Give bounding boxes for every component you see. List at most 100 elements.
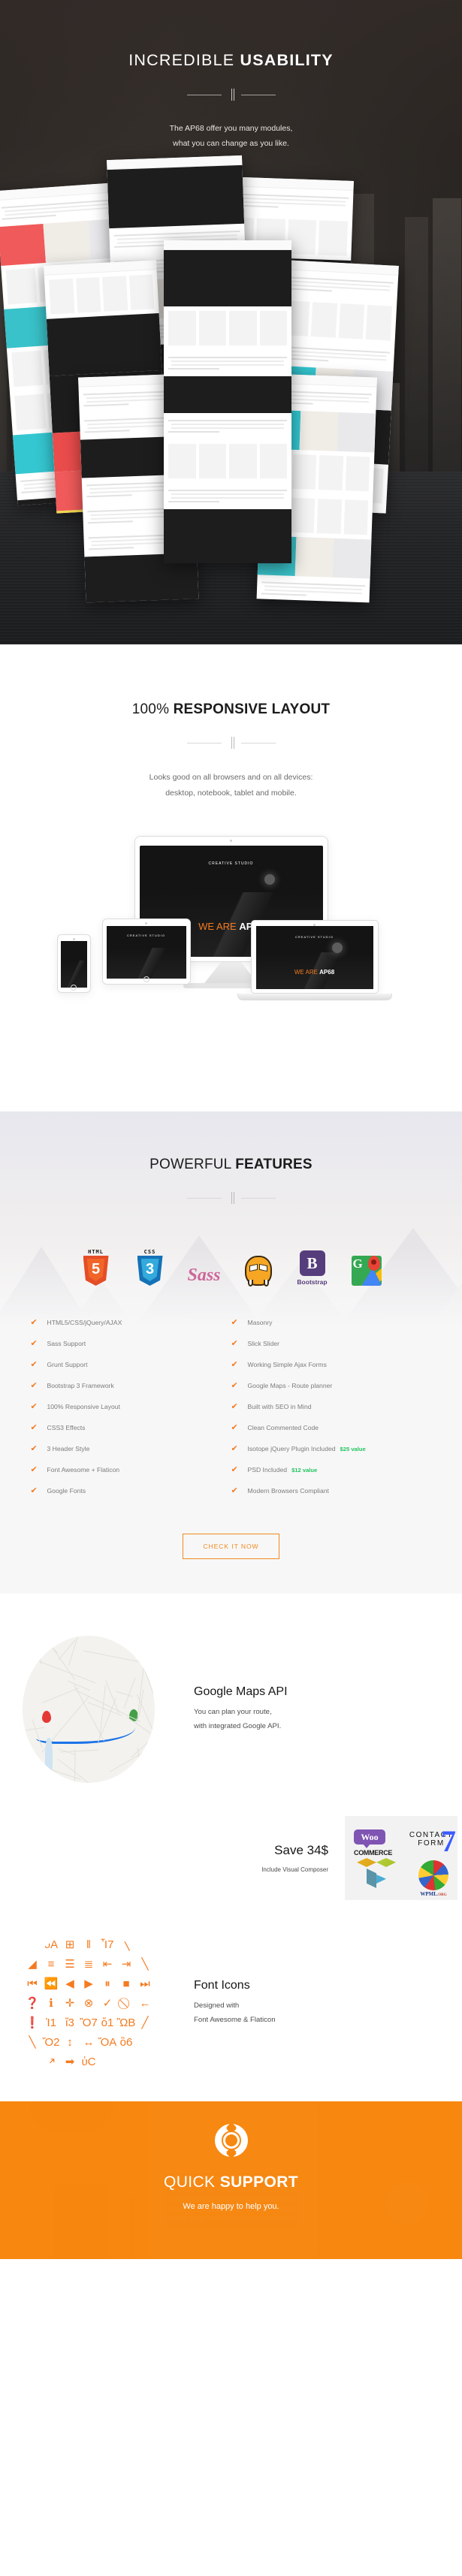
save-promo: Save 34$ Include Visual Composer Woo COM… (0, 1790, 462, 1911)
check-icon: ✔ (231, 1340, 248, 1348)
home-button-icon (71, 985, 77, 991)
hero-section: INCREDIBLE USABILITY The AP68 offer you … (0, 0, 462, 644)
check-icon: ✔ (231, 1361, 248, 1369)
visual-composer-logo (357, 1858, 397, 1896)
sass-logo: Sass (186, 1242, 223, 1286)
font-icon-glyph: ὂ6 (117, 2035, 136, 2050)
google-maps-promo-text: Google Maps API You can plan your route,… (177, 1685, 288, 1733)
tablet-mockup: CREATIVE STUDIO (102, 918, 191, 985)
font-icon-glyph: ⏭ (136, 1976, 155, 1992)
tablet-screen: CREATIVE STUDIO (107, 926, 186, 979)
device-mockups: CREATIVE STUDIO WE ARE AP68 CREATIVE STU… (44, 836, 419, 1024)
font-icon-glyph: ✓ (98, 1995, 117, 2011)
camera-dot-icon (230, 840, 232, 842)
font-icon-glyph: ≣ (80, 1956, 98, 1972)
font-icon-glyph: Ὄ2 (42, 2035, 61, 2050)
hero-title-bold: USABILITY (240, 51, 333, 69)
woocommerce-mark: Woo (354, 1829, 385, 1845)
technology-logos: HTML 5 CSS 3 Sass B Bootstrap G (0, 1239, 462, 1286)
phone-mockup (57, 934, 91, 993)
font-icon-glyph: ℹ (42, 1995, 61, 2011)
font-icon-glyph: ◢ (23, 1956, 42, 1972)
title-separator (187, 88, 276, 101)
check-icon: ✔ (31, 1445, 47, 1453)
mountain-graphic (61, 961, 87, 988)
feature-row: ✔ Google Fonts (31, 1487, 231, 1508)
responsive-subtitle: Looks good on all browsers and on all de… (0, 770, 462, 801)
google-maps-promo-title: Google Maps API (194, 1685, 288, 1699)
save-promo-text: Save 34$ Include Visual Composer (261, 1843, 345, 1873)
check-icon: ✔ (231, 1445, 248, 1453)
check-icon: ✔ (231, 1403, 248, 1411)
feature-label: Bootstrap 3 Framework (47, 1382, 114, 1389)
support-section: QUICK SUPPORT We are happy to help you. (0, 2101, 462, 2259)
map-road-line (68, 1681, 90, 1691)
font-icon-glyph: ◀ (61, 1976, 80, 1992)
screen-tagline-bold: AP68 (319, 969, 334, 976)
check-icon: ✔ (31, 1424, 47, 1432)
feature-label: Font Awesome + Flaticon (47, 1466, 120, 1474)
responsive-title-light: 100% (132, 701, 174, 717)
google-maps-promo-line1: You can plan your route, (194, 1708, 272, 1716)
feature-row: ✔ CSS3 Effects (31, 1424, 231, 1445)
font-icon-glyph (136, 2054, 155, 2070)
included-plugins-image: Woo COMMERCE CONTACT FORM 7 WPML.ORG (345, 1816, 457, 1900)
font-icon-glyph (136, 1937, 155, 1953)
map-road-line (109, 1746, 153, 1772)
woocommerce-logo: Woo COMMERCE (354, 1829, 392, 1857)
font-icon-glyph: ▶ (80, 1976, 98, 1992)
laptop-screen: CREATIVE STUDIO WE ARE AP68 (256, 926, 373, 989)
screen-brand: CREATIVE STUDIO (107, 934, 186, 937)
css3-version: 3 (137, 1256, 163, 1286)
font-icon-glyph: ὐA (42, 1937, 61, 1953)
feature-label: 100% Responsive Layout (47, 1403, 120, 1410)
support-title-bold: SUPPORT (220, 2173, 298, 2191)
template-screenshots-collage (0, 150, 462, 616)
feature-label: Isotope jQuery Plugin Included (248, 1445, 336, 1452)
hero-title-light: INCREDIBLE (128, 51, 240, 69)
woocommerce-label: COMMERCE (354, 1849, 392, 1857)
font-icon-glyph: ⏪ (42, 1976, 61, 1992)
feature-column-right: ✔ Masonry ✔ Slick Slider ✔ Working Simple Aja… (231, 1319, 432, 1508)
bootstrap-logo: B Bootstrap (294, 1242, 331, 1286)
font-icon-glyph: ❗ (23, 2015, 42, 2031)
google-maps-promo: Google Maps API You can plan your route,… (0, 1594, 462, 1790)
check-icon: ✔ (231, 1382, 248, 1390)
grunt-boar-icon (245, 1256, 272, 1286)
google-g-mark: G (353, 1256, 363, 1271)
mountain-graphic (107, 948, 186, 979)
title-separator (187, 1191, 276, 1205)
feature-label: CSS3 Effects (47, 1424, 86, 1431)
feature-label: Masonry (248, 1319, 273, 1326)
feature-row: ✔ Google Maps - Route planner (231, 1382, 432, 1403)
html5-version: 5 (83, 1256, 109, 1286)
check-it-now-button[interactable]: CHECK IT NOW (183, 1534, 279, 1559)
font-icon-glyph: ➡ (61, 2054, 80, 2070)
font-icon-glyph (98, 2054, 117, 2070)
font-icons-promo-line1: Designed with (194, 2001, 239, 2010)
font-icons-promo-text: Font Icons Designed with Font Awesome & … (177, 1979, 276, 2027)
support-title-light: QUICK (164, 2173, 220, 2191)
camera-dot-icon (145, 922, 147, 925)
bootstrap-mark-icon: B (300, 1250, 325, 1276)
font-icon-glyph: ✛ (61, 1995, 80, 2011)
responsive-subtitle-line2: desktop, notebook, tablet and mobile. (165, 789, 297, 798)
feature-row: ✔ Working Simple Ajax Forms (231, 1361, 432, 1382)
font-icon-glyph: ↔ (80, 2035, 98, 2050)
feature-label: PSD Included (248, 1466, 288, 1474)
features-title-bold: FEATURES (235, 1157, 313, 1172)
cta-container: CHECK IT NOW (0, 1534, 462, 1559)
feature-value-badge: $25 value (340, 1446, 366, 1452)
feature-label: Sass Support (47, 1340, 86, 1347)
feature-row: ✔ Font Awesome + Flaticon (31, 1466, 231, 1487)
font-icon-glyph (136, 2035, 155, 2050)
font-icon-glyph (23, 2054, 42, 2070)
hero-subtitle-line2: what you can change as you like. (173, 139, 289, 148)
feature-label: Google Fonts (47, 1487, 86, 1495)
check-icon: ✔ (31, 1403, 47, 1411)
feature-row: ✔ Grunt Support (31, 1361, 231, 1382)
font-icon-glyph: Ὂ7 (80, 2015, 98, 2031)
html5-logo: HTML 5 (77, 1242, 115, 1286)
check-icon: ✔ (231, 1424, 248, 1432)
feature-label: Google Maps - Route planner (248, 1382, 333, 1389)
